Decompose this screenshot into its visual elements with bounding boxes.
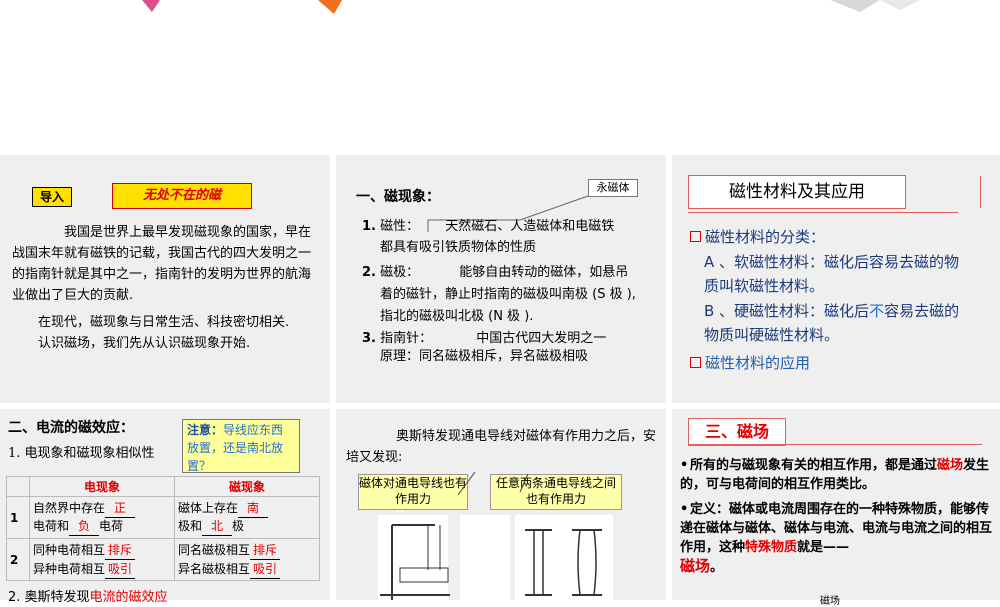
field-bullet-interaction: • 所有的与磁现象有关的相互作用，都是通过磁场发生的，可与电荷间的相互作用类比。 [680, 458, 990, 492]
item1-number: 1. [362, 219, 376, 234]
similarity-subheading: 1. 电现象和磁现象相似性 [8, 446, 155, 461]
soft-material-line-1: A 、软磁性材料：磁化后容易去磁的物 [704, 253, 960, 271]
special-substance-highlight: 特殊物质 [745, 540, 798, 555]
item3-number: 3. [362, 331, 376, 346]
category-label: 磁性材料的分类： [705, 228, 826, 246]
materials-application: 磁性材料的应用 [690, 352, 810, 373]
answer-blank: 正 [105, 500, 136, 518]
item3-label: 指南针： [380, 331, 433, 346]
oersted-discovery: 2. 奥斯特发现电流的磁效应 [8, 590, 168, 605]
row1-electric: 自然界中存在正 电荷和负电荷 [29, 496, 175, 539]
checkbox-square-icon [690, 357, 701, 368]
effect-heading: 二、电流的磁效应： [8, 420, 134, 436]
intro-title: 无处不在的磁 [112, 183, 252, 209]
answer-blank: 排斥 [105, 541, 136, 560]
permanent-magnet-callout: 永磁体 [588, 179, 638, 197]
table-row: 1 自然界中存在正 电荷和负电荷 磁体上存在南 极和北极 [6, 496, 320, 539]
hard-material-line-2: 物质叫硬磁性材料。 [704, 326, 840, 344]
hard-material-not: 不 [869, 302, 885, 320]
item3-continuation: 原理：同名磁极相斥，异名磁极相吸 [380, 349, 589, 364]
hard-material-text: B 、硬磁性材料：磁化后不容易去磁的 物质叫硬磁性材料。 [704, 299, 994, 347]
materials-title-rule [980, 176, 981, 208]
item1-label: 磁性： [380, 219, 420, 234]
answer-blank: 排斥 [250, 541, 281, 560]
hard-material-line-1: B 、硬磁性材料：磁化后不容易去磁的 [704, 302, 960, 320]
answer-blank: 吸引 [105, 560, 136, 579]
intro-paragraph-3: 认识磁场，我们先从认识磁现象开始. [38, 336, 251, 351]
phenomena-item-poles: 2. 磁极： 能够自由转动的磁体，如悬吊 [362, 262, 662, 283]
field-answer: 磁场 [680, 557, 711, 575]
table-header-row: 电现象 磁现象 [6, 476, 320, 497]
answer-blank: 北 [202, 518, 233, 536]
materials-title-underline [688, 212, 958, 213]
item1-text: 天然磁石、人造磁体和电磁铁 [445, 219, 615, 234]
materials-title: 磁性材料及其应用 [688, 175, 906, 209]
answer-blank: 吸引 [250, 560, 281, 579]
phenomena-item-magnetism: 1. 磁性： 天然磁石、人造磁体和电磁铁 [362, 216, 662, 237]
field-title-underline [688, 444, 982, 445]
field-highlight: 磁场 [937, 458, 964, 473]
col-magnetic: 磁现象 [174, 476, 320, 497]
pink-decoration-shape [142, 0, 160, 12]
table-row: 2 同种电荷相互 排斥 异种电荷相互 吸引 同名磁极相互 排斥 异名磁极相互 吸引 [6, 538, 320, 581]
comparison-table: 电现象 磁现象 1 自然界中存在正 电荷和负电荷 磁体上存在南 极和北极 2 同… [6, 476, 320, 581]
table-corner [6, 476, 30, 497]
col-electric: 电现象 [29, 476, 175, 497]
item2-number: 2. [362, 265, 376, 280]
row2-magnetic: 同名磁极相互 排斥 异名磁极相互 吸引 [174, 538, 320, 581]
row1-magnetic: 磁体上存在南 极和北极 [174, 496, 320, 539]
field-bullet-definition: • 定义：磁体或电流周围存在的一种特殊物质，能够传递在磁体与磁体、磁体与电流、电流… [680, 502, 993, 575]
item3-text: 中国古代四大发明之一 [476, 331, 607, 346]
item1-continuation: 都具有吸引铁质物体的性质 [380, 240, 537, 255]
item2-text: 能够自由转动的磁体，如悬吊 [459, 265, 629, 280]
grey-decoration-shape [830, 0, 920, 12]
item2-label: 磁极： [380, 265, 420, 280]
row-number: 1 [6, 496, 30, 539]
application-label: 磁性材料的应用 [705, 354, 811, 372]
top-band [0, 0, 1000, 155]
soft-material-line-2: 质叫软磁性材料。 [704, 277, 825, 295]
intro-paragraph-1: 我国是世界上最早发现磁现象的国家，早在战国末年就有磁铁的记载，我国古代的四大发明… [12, 225, 312, 303]
orientation-note: 注意：导线应东西放置，还是南北放置？ [182, 419, 300, 473]
note-prefix: 注意： [187, 423, 224, 437]
field-title: 三、磁场 [688, 418, 786, 446]
answer-blank: 负 [69, 518, 100, 536]
item2-continuation-1: 着的磁针，静止时指南的磁极叫南极 (S 极 ), [380, 287, 636, 302]
checkbox-square-icon [690, 231, 701, 242]
materials-category: 磁性材料的分类： [690, 226, 825, 247]
orange-decoration-shape [318, 0, 342, 14]
soft-material-text: A 、软磁性材料：磁化后容易去磁的物 质叫软磁性材料。 [704, 250, 994, 298]
answer-blank: 南 [238, 500, 269, 518]
row-number: 2 [6, 538, 30, 581]
experiment-apparatus-illustration [378, 471, 613, 600]
row2-electric: 同种电荷相互 排斥 异种电荷相互 吸引 [29, 538, 175, 581]
item2-continuation-2: 指北的磁极叫北极 (N 极 ). [380, 309, 534, 324]
intro-paragraph-2: 在现代，磁现象与日常生活、科技密切相关. [38, 315, 290, 330]
current-magnetic-effect-highlight: 电流的磁效应 [89, 590, 168, 605]
intro-tag: 导入 [32, 187, 72, 207]
